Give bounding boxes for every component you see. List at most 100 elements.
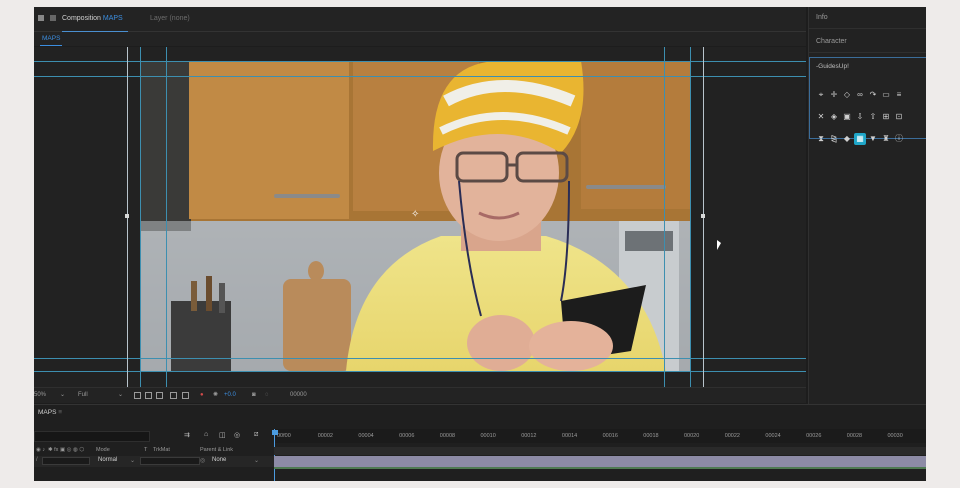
crosshair-icon[interactable]: ✛ xyxy=(828,89,840,101)
center-mark-icon[interactable]: ⌖ xyxy=(815,89,827,101)
show-snapshot-icon[interactable]: ◌ xyxy=(265,391,269,400)
layer-search-input[interactable] xyxy=(34,431,150,442)
robot-icon[interactable]: ♜ xyxy=(880,133,892,145)
current-time-indicator-head[interactable] xyxy=(272,430,278,435)
composition-tab-prefix: Composition xyxy=(62,15,101,22)
layer-mode-select[interactable]: Normal xyxy=(98,457,117,463)
resolution-dropdown-icon[interactable]: ⌄ xyxy=(118,391,123,400)
close-panel-icon[interactable] xyxy=(38,7,48,31)
add-guide-icon[interactable]: ⊞ xyxy=(880,111,892,123)
lock-icon[interactable]: ▣ xyxy=(841,111,853,123)
parent-dropdown-icon[interactable]: ⌄ xyxy=(254,457,259,464)
ruler-tick-label: 00008 xyxy=(439,433,456,439)
transform-handle-right[interactable] xyxy=(701,214,705,218)
layer-row[interactable]: / Normal ⌄ ◎ None ⌄ xyxy=(34,456,274,467)
pick-whip-icon[interactable]: ◎ xyxy=(200,457,205,464)
ruler-tick-label: 00006 xyxy=(399,433,415,439)
frame-icon[interactable]: ▭ xyxy=(880,89,892,101)
draft-3d-icon[interactable]: ⌂ xyxy=(204,431,208,438)
import-icon[interactable]: ⇩ xyxy=(854,111,866,123)
guide-vertical[interactable] xyxy=(140,47,141,387)
ruler-tick-label: 00012 xyxy=(521,433,537,439)
trkmat-select[interactable] xyxy=(140,457,200,465)
ruler-tick-label: 00f00 xyxy=(277,433,291,439)
graph-editor-icon[interactable]: ⧄ xyxy=(254,431,258,439)
character-panel-header[interactable]: Character xyxy=(809,31,926,53)
preserve-transparency-header: T xyxy=(144,447,148,453)
ruler-tick-label: 00014 xyxy=(561,433,578,439)
mode-column-header: Mode xyxy=(96,447,110,453)
info-icon[interactable]: ⓘ xyxy=(893,133,905,145)
work-area-bar[interactable] xyxy=(274,447,926,455)
curve-icon[interactable]: ↷ xyxy=(867,89,879,101)
current-time-indicator[interactable] xyxy=(274,429,275,481)
layer-label-color[interactable]: / xyxy=(36,457,38,463)
anchor-point-icon[interactable]: ✧ xyxy=(411,210,419,220)
info-panel-header[interactable]: Info xyxy=(809,7,926,29)
guide-vertical[interactable] xyxy=(664,47,665,387)
trash-icon[interactable]: ▼ xyxy=(867,133,879,145)
guide-vertical[interactable] xyxy=(690,47,691,387)
time-ruler[interactable]: 00f00 00002 00004 00006 00008 00010 00012 00014… xyxy=(274,429,926,443)
fast-previews-icon[interactable] xyxy=(182,392,189,399)
zoom-dropdown-icon[interactable]: ⌄ xyxy=(60,391,65,400)
trkmat-column-header: TrkMat xyxy=(153,447,170,453)
ruler-tick-label: 00018 xyxy=(643,433,659,439)
mask-visibility-icon[interactable] xyxy=(156,392,163,399)
shy-icon[interactable]: ◫ xyxy=(219,431,226,439)
ruler-tick-label: 00010 xyxy=(480,433,496,439)
transform-handle-left[interactable] xyxy=(125,214,129,218)
viewer-subtab-maps[interactable]: MAPS xyxy=(40,32,63,46)
motion-blur-icon[interactable]: ◎ xyxy=(234,431,240,439)
layer-duration-bar[interactable] xyxy=(274,456,926,467)
link-icon[interactable]: ∞ xyxy=(854,89,866,101)
grid-guides-icon[interactable] xyxy=(170,392,177,399)
snapshot-icon[interactable]: ◙ xyxy=(252,391,256,400)
mode-dropdown-icon[interactable]: ⌄ xyxy=(130,457,135,464)
current-time-display[interactable]: 00000 xyxy=(290,391,307,400)
tab-layer[interactable]: Layer (none) xyxy=(150,7,190,31)
channel-icon[interactable]: ● xyxy=(200,391,204,400)
transparency-grid-icon[interactable] xyxy=(145,392,152,399)
ruler-tick-label: 00024 xyxy=(765,433,781,439)
ruler-tick-label: 00028 xyxy=(846,433,863,439)
exposure-icon[interactable]: ✺ xyxy=(213,391,218,400)
guidesup-toolbar: ⌖ ✛ ◇ ∞ ↷ ▭ ≡ ✕ ◈ ▣ ⇩ ⇧ ⊞ ⊡ ⧗ ⧎ ◆ ▦ ▼ ♜ ⓘ xyxy=(815,84,923,150)
ruler-tick-label: 00004 xyxy=(358,433,374,439)
timeline-tab-label: MAPS xyxy=(38,409,57,416)
after-effects-window: Composition MAPS ≡ Layer (none) MAPS xyxy=(34,7,926,481)
guidesup-panel-title: -GuidesUp! xyxy=(816,63,849,70)
diamond-icon[interactable]: ◇ xyxy=(841,89,853,101)
ruler-tick-label: 00016 xyxy=(602,433,618,439)
hourglass-icon[interactable]: ⧗ xyxy=(815,133,827,145)
layer-tab-value: (none) xyxy=(169,15,190,22)
lock-icon[interactable] xyxy=(50,7,60,31)
timeline-menu-icon[interactable]: ≡ xyxy=(58,409,62,416)
viewer-subtab-bar: MAPS xyxy=(34,32,806,46)
exposure-value[interactable]: +0.0 xyxy=(224,391,236,400)
timeline-tab-maps[interactable]: MAPS ≡ xyxy=(34,407,66,419)
tab-composition[interactable]: Composition MAPS ≡ xyxy=(62,7,128,46)
resolution-select[interactable]: Full xyxy=(78,391,88,400)
grid-active-icon[interactable]: ▦ xyxy=(854,133,866,145)
composition-viewer[interactable]: ✧ xyxy=(34,47,806,387)
viewer-toolbar: 50% ⌄ Full ⌄ ● ✺ +0.0 ◙ ◌ 00000 xyxy=(34,387,806,403)
layer-duration-bar-edge xyxy=(274,467,926,469)
ruler-tick-label: 00026 xyxy=(806,433,822,439)
fit-icon[interactable]: ⊡ xyxy=(893,111,905,123)
eraser-icon[interactable]: ◆ xyxy=(841,133,853,145)
region-of-interest-icon[interactable] xyxy=(134,392,141,399)
parent-select[interactable]: None xyxy=(212,457,226,463)
tag-icon[interactable]: ◈ xyxy=(828,111,840,123)
layer-switches[interactable] xyxy=(42,457,90,465)
lines-icon[interactable]: ≡ xyxy=(893,89,905,101)
comp-mini-flowchart-icon[interactable]: ⇉ xyxy=(184,431,190,439)
guide-vertical[interactable] xyxy=(166,47,167,387)
layer-tab-prefix: Layer xyxy=(150,15,168,22)
ruler-tick-label: 00002 xyxy=(317,433,333,439)
mirror-icon[interactable]: ⧎ xyxy=(828,133,840,145)
export-icon[interactable]: ⇧ xyxy=(867,111,879,123)
timeline-panel: MAPS ≡ ⇉ ⌂ ◫ ◎ ⧄ 00f00 00002 00004 00006 000… xyxy=(34,404,926,481)
zoom-select[interactable]: 50% xyxy=(34,391,46,400)
pin-icon[interactable]: ✕ xyxy=(815,111,827,123)
